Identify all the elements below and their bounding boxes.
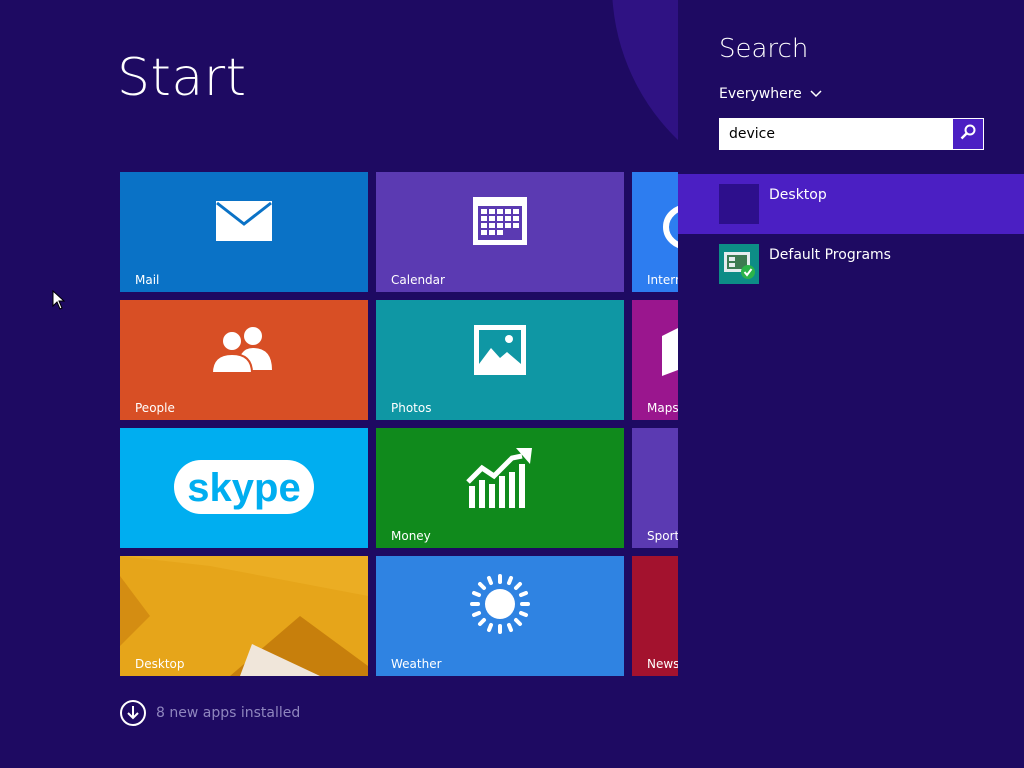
tile-people[interactable]: People — [120, 300, 368, 420]
tile-label: Maps — [647, 401, 678, 415]
svg-text:skype: skype — [187, 466, 300, 510]
tile-label: Mail — [135, 273, 160, 287]
search-scope-label: Everywhere — [719, 86, 802, 102]
search-icon — [960, 124, 976, 144]
ie-icon — [662, 202, 678, 256]
search-button[interactable] — [953, 119, 983, 149]
tile-skype[interactable]: skype — [120, 428, 368, 548]
tile-label: People — [135, 401, 175, 415]
tile-maps[interactable]: Maps — [632, 300, 678, 420]
search-box — [719, 118, 984, 150]
tile-sports[interactable]: Sports — [632, 428, 678, 548]
search-result-default-programs[interactable]: Default Programs — [678, 234, 1024, 294]
default-programs-icon — [719, 244, 759, 284]
mail-icon — [215, 200, 273, 246]
skype-logo: skype — [172, 454, 318, 526]
page-title: Start — [117, 48, 247, 108]
mouse-cursor-icon — [52, 289, 66, 314]
tile-label: Photos — [391, 401, 432, 415]
search-pane: Search Everywhere Desktop — [678, 0, 1024, 768]
photos-icon — [473, 324, 527, 380]
start-screen: Start Mail Calendar Intern — [0, 0, 678, 768]
tile-mail[interactable]: Mail — [120, 172, 368, 292]
search-result-desktop[interactable]: Desktop — [678, 174, 1024, 234]
calendar-icon — [472, 196, 528, 250]
people-icon — [210, 324, 276, 378]
tile-calendar[interactable]: Calendar — [376, 172, 624, 292]
tile-label: Calendar — [391, 273, 445, 287]
apps-installed-label: 8 new apps installed — [156, 705, 301, 721]
arrow-down-icon — [120, 700, 146, 726]
tile-label: Weather — [391, 657, 442, 671]
maps-icon — [660, 326, 678, 382]
tile-label: Desktop — [135, 657, 185, 671]
tile-weather[interactable]: Weather — [376, 556, 624, 676]
apps-installed-link[interactable]: 8 new apps installed — [120, 700, 300, 726]
search-result-label: Desktop — [769, 187, 827, 203]
chart-up-icon — [466, 446, 534, 514]
search-scope-dropdown[interactable]: Everywhere — [719, 86, 822, 102]
tile-photos[interactable]: Photos — [376, 300, 624, 420]
chevron-down-icon — [810, 86, 822, 102]
search-result-label: Default Programs — [769, 247, 891, 263]
tile-label: Intern — [647, 273, 678, 287]
desktop-app-icon — [719, 184, 759, 224]
search-title: Search — [719, 34, 809, 64]
tile-label: News — [647, 657, 678, 671]
tile-internet-explorer[interactable]: Intern — [632, 172, 678, 292]
background-arc — [612, 0, 678, 200]
tile-money[interactable]: Money — [376, 428, 624, 548]
sun-icon — [468, 572, 532, 640]
tile-desktop[interactable]: Desktop — [120, 556, 368, 676]
tile-label: Sports — [647, 529, 678, 543]
tile-news[interactable]: News — [632, 556, 678, 676]
tile-label: Money — [391, 529, 431, 543]
search-input[interactable] — [720, 119, 954, 149]
